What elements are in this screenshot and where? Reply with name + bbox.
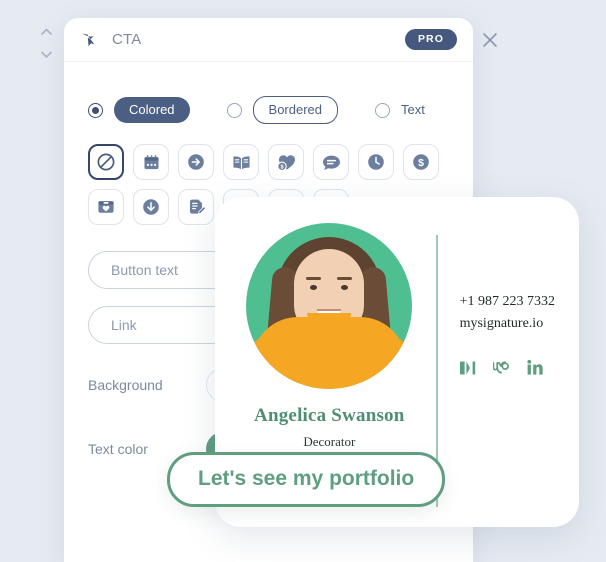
- icon-tile-heart-dollar[interactable]: $: [268, 144, 304, 180]
- close-button[interactable]: [481, 31, 499, 49]
- download-icon: [143, 199, 159, 215]
- signature-right-column: +1 987 223 7332 mysignature.io: [438, 223, 555, 527]
- avatar-brow-left: [306, 277, 322, 280]
- avatar-sweater: [252, 317, 407, 389]
- sign-document-icon: [189, 199, 206, 215]
- signature-preview-card: Angelica Swanson Decorator +1 987 223 73…: [167, 197, 579, 527]
- style-label-text: Text: [401, 102, 425, 117]
- clock-icon: [368, 154, 384, 170]
- signature-website: mysignature.io: [459, 315, 544, 331]
- medium-icon[interactable]: [459, 361, 477, 375]
- calendar-icon: [143, 154, 159, 169]
- close-icon: [483, 33, 497, 47]
- cta-preview-button[interactable]: Let's see my portfolio: [167, 452, 446, 507]
- signature-role: Decorator: [303, 434, 356, 449]
- radio-text[interactable]: [375, 102, 391, 118]
- panel-title: CTA: [112, 31, 142, 48]
- svg-text:$: $: [418, 157, 424, 169]
- icon-tile-download[interactable]: [133, 189, 169, 225]
- chevron-up-icon: [40, 28, 52, 35]
- chevron-down-icon: [40, 51, 52, 58]
- radio-bordered[interactable]: [226, 102, 242, 118]
- style-option-bordered[interactable]: Bordered: [226, 96, 339, 124]
- icon-tile-book[interactable]: [223, 144, 259, 180]
- cursor-click-icon: [82, 32, 95, 46]
- style-label-colored: Colored: [114, 97, 190, 123]
- drag-handle[interactable]: [38, 28, 54, 58]
- radio-colored[interactable]: [88, 102, 103, 118]
- dollar-icon: $: [413, 154, 429, 170]
- style-options-group: Colored Bordered Text: [88, 96, 449, 124]
- icon-tile-chat-bubble[interactable]: [313, 144, 349, 180]
- signature-phone: +1 987 223 7332: [459, 294, 555, 309]
- style-option-colored[interactable]: Colored: [88, 97, 190, 123]
- pro-badge: PRO: [404, 29, 457, 50]
- panel-header: CTA PRO: [64, 18, 473, 62]
- icon-tile-sign-document[interactable]: [178, 189, 214, 225]
- gift-box-icon: [98, 201, 114, 213]
- style-option-text[interactable]: Text: [375, 97, 425, 123]
- style-label-bordered: Bordered: [252, 96, 339, 124]
- icon-tile-calendar[interactable]: [133, 144, 169, 180]
- linkedin-icon[interactable]: [526, 360, 543, 375]
- avatar-brow-right: [337, 277, 353, 280]
- avatar-eye-right: [341, 285, 349, 290]
- upwork-icon[interactable]: [492, 361, 511, 374]
- book-icon: [232, 155, 250, 169]
- signature-name: Angelica Swanson: [254, 405, 405, 426]
- icon-tile-arrow-right[interactable]: [178, 144, 214, 180]
- avatar-eye-left: [310, 285, 318, 290]
- background-color-label: Background: [88, 377, 163, 393]
- avatar: [246, 223, 413, 389]
- arrow-right-icon: [188, 154, 204, 170]
- heart-dollar-icon: $: [276, 155, 295, 172]
- icon-tile-gift-box[interactable]: [88, 189, 124, 225]
- icon-tile-dollar[interactable]: $: [403, 144, 439, 180]
- icon-tile-clock[interactable]: [358, 144, 394, 180]
- chat-bubble-icon: [322, 155, 340, 170]
- icon-tile-no-icon[interactable]: [88, 144, 124, 180]
- no-icon: [97, 153, 115, 171]
- signature-socials: [459, 360, 555, 375]
